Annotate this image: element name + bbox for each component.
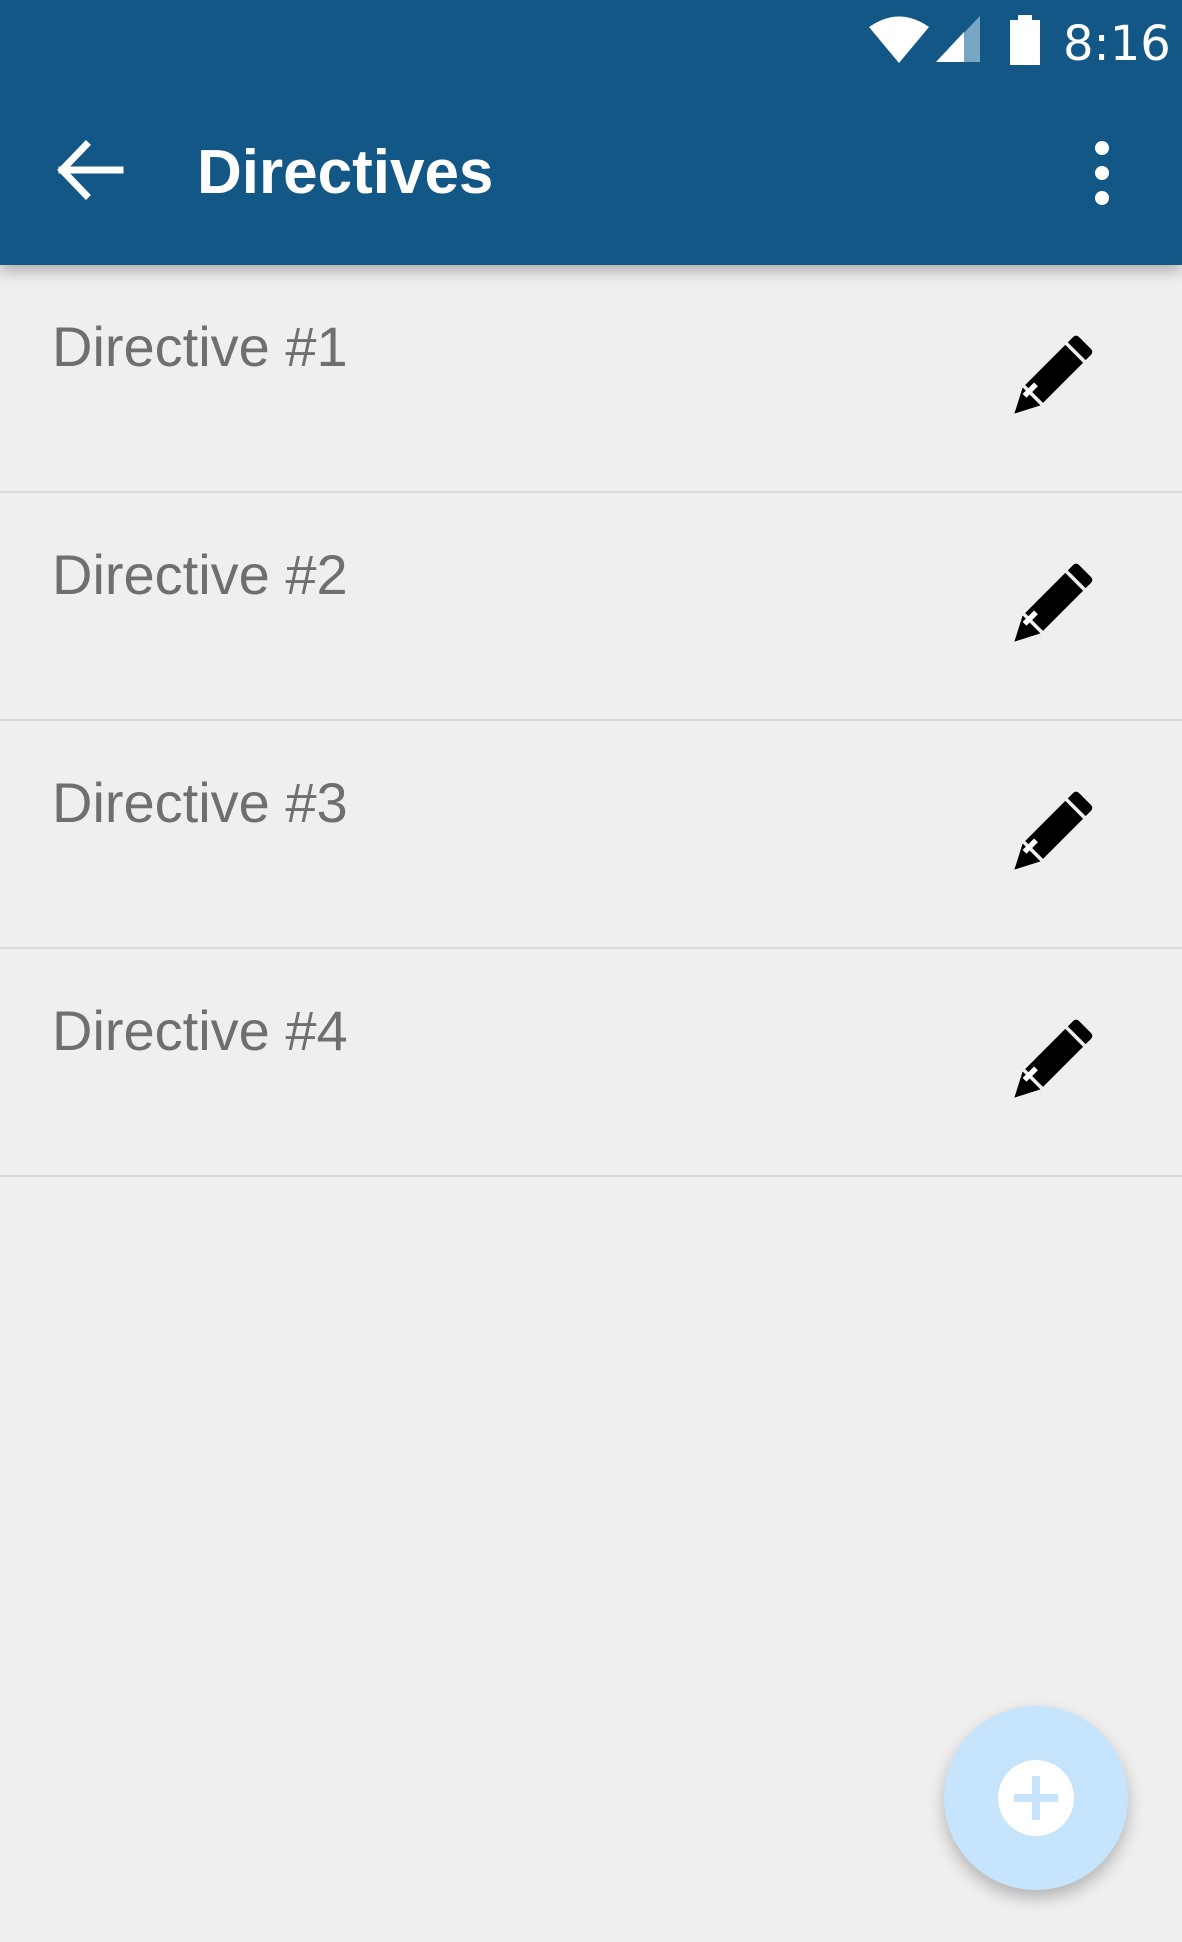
directive-row[interactable]: Directive #3 xyxy=(0,721,1182,949)
directive-label: Directive #1 xyxy=(52,315,348,378)
add-directive-button[interactable] xyxy=(944,1706,1128,1890)
status-time: 8:16 xyxy=(1063,16,1171,72)
status-bar: 8:16 xyxy=(0,0,1182,86)
directive-row[interactable]: Directive #1 xyxy=(0,265,1182,493)
directive-row[interactable]: Directive #2 xyxy=(0,493,1182,721)
more-options-button[interactable] xyxy=(1072,138,1132,210)
directive-list: Directive #1 Directive #2 Directive #3 D… xyxy=(0,265,1182,1177)
app-bar: 8:16 Directives xyxy=(0,0,1182,265)
pencil-icon xyxy=(1014,1019,1093,1098)
directive-label: Directive #3 xyxy=(52,771,348,834)
plus-circle-icon xyxy=(998,1760,1074,1836)
directive-label: Directive #4 xyxy=(52,999,348,1062)
pencil-icon xyxy=(1014,335,1093,414)
edit-directive-button[interactable] xyxy=(1005,1017,1095,1107)
directive-row[interactable]: Directive #4 xyxy=(0,949,1182,1177)
edit-directive-button[interactable] xyxy=(1005,561,1095,651)
signal-icon xyxy=(936,16,980,62)
back-button[interactable] xyxy=(50,130,130,210)
directive-label: Directive #2 xyxy=(52,543,348,606)
toolbar: Directives xyxy=(0,86,1182,265)
page-title: Directives xyxy=(197,138,494,207)
pencil-icon xyxy=(1014,563,1093,642)
arrow-left-icon xyxy=(57,140,124,200)
edit-directive-button[interactable] xyxy=(1005,333,1095,423)
more-vertical-icon xyxy=(1095,141,1109,205)
edit-directive-button[interactable] xyxy=(1005,789,1095,879)
battery-icon xyxy=(1010,15,1040,65)
pencil-icon xyxy=(1014,791,1093,870)
wifi-icon xyxy=(869,16,929,63)
